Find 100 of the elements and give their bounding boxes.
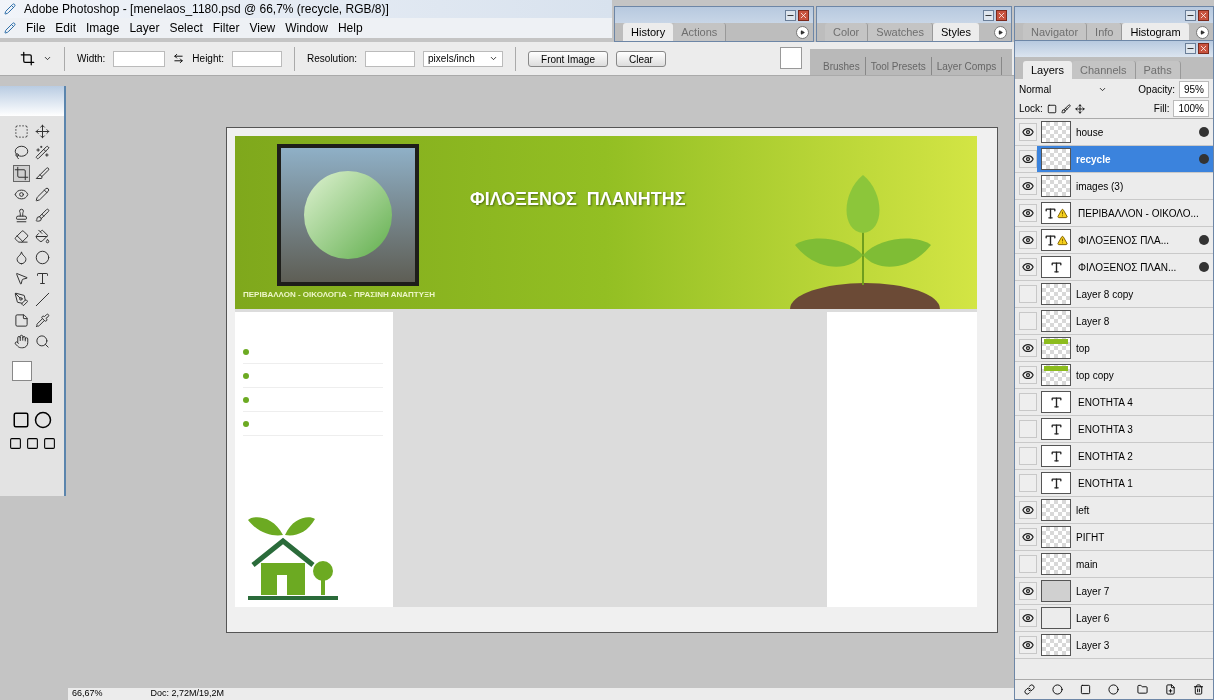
marquee-icon[interactable] [14, 124, 29, 139]
visibility-toggle[interactable] [1019, 177, 1037, 195]
menu-item[interactable]: Select [169, 19, 203, 37]
visibility-toggle[interactable] [1019, 285, 1037, 303]
visibility-toggle[interactable] [1019, 312, 1037, 330]
move-icon[interactable] [35, 124, 50, 139]
background-color-swatch[interactable] [32, 383, 52, 403]
layer-row[interactable]: Layer 8 copy [1037, 281, 1213, 307]
caret-icon[interactable] [43, 54, 52, 63]
panel-menu-button[interactable] [994, 26, 1007, 39]
layer-row[interactable]: ΕΝΟΤΗΤΑ 1 [1037, 470, 1213, 496]
magic-wand-icon[interactable] [35, 145, 50, 160]
layer-row[interactable]: ΕΝΟΤΗΤΑ 3 [1037, 416, 1213, 442]
zoom-level[interactable]: 66,67% [72, 687, 103, 700]
layer-row[interactable]: images (3) [1037, 173, 1213, 199]
note-icon[interactable] [14, 313, 29, 328]
layer-row[interactable]: Layer 8 [1037, 308, 1213, 334]
visibility-toggle[interactable] [1019, 447, 1037, 465]
minimize-button[interactable] [785, 10, 796, 21]
brush-icon[interactable] [1060, 103, 1071, 114]
layer-row[interactable]: Layer 6 [1037, 605, 1213, 631]
layer-row[interactable]: ΕΝΟΤΗΤΑ 4 [1037, 389, 1213, 415]
pencil-icon[interactable] [35, 187, 50, 202]
visibility-toggle[interactable] [1019, 393, 1037, 411]
stamp-icon[interactable] [14, 208, 29, 223]
close-button[interactable] [996, 10, 1007, 21]
visibility-toggle[interactable] [1019, 204, 1037, 222]
panel-tab[interactable]: Histogram [1122, 23, 1189, 41]
layer-row[interactable]: recycle [1037, 146, 1213, 172]
visibility-toggle[interactable] [1019, 582, 1037, 600]
standard-mode-icon[interactable] [12, 411, 30, 429]
layer-row[interactable]: Layer 7 [1037, 578, 1213, 604]
trash-icon[interactable] [1193, 684, 1205, 695]
visibility-toggle[interactable] [1019, 231, 1037, 249]
mask-icon[interactable] [1080, 684, 1092, 695]
screen-mode-icon[interactable] [25, 437, 39, 450]
layer-row[interactable]: ΡΙΓΗΤ [1037, 524, 1213, 550]
screen-mode-icon[interactable] [8, 437, 22, 450]
hand-icon[interactable] [14, 334, 29, 349]
foreground-color-swatch[interactable] [12, 361, 32, 381]
crop-icon[interactable] [20, 51, 35, 66]
swap-icon[interactable] [173, 53, 185, 64]
visibility-toggle[interactable] [1019, 555, 1037, 573]
layer-row[interactable]: top copy [1037, 362, 1213, 388]
move-icon[interactable] [1074, 103, 1085, 114]
panel-tab[interactable]: History [623, 23, 674, 41]
layer-row[interactable]: ΦΙΛΟΞΕΝΟΣ ΠΛΑ... [1037, 227, 1213, 253]
pointer-icon[interactable] [14, 271, 29, 286]
screen-mode-icon[interactable] [42, 437, 56, 450]
quick-mask-icon[interactable] [34, 411, 52, 429]
panel-tab[interactable]: Layers [1023, 61, 1073, 79]
panel-tab[interactable]: Styles [933, 23, 979, 41]
visibility-toggle[interactable] [1019, 636, 1037, 654]
minimize-button[interactable] [983, 10, 994, 21]
menu-item[interactable]: Help [337, 19, 363, 37]
layer-row[interactable]: ΕΝΟΤΗΤΑ 2 [1037, 443, 1213, 469]
eye-icon[interactable] [14, 187, 29, 202]
visibility-toggle[interactable] [1019, 609, 1037, 627]
visibility-toggle[interactable] [1019, 366, 1037, 384]
visibility-toggle[interactable] [1019, 339, 1037, 357]
layer-row[interactable]: house [1037, 119, 1213, 145]
menu-item[interactable]: Window [285, 19, 328, 37]
pen-icon[interactable] [14, 292, 29, 307]
droplet-icon[interactable] [14, 250, 29, 265]
option-button[interactable]: Clear [616, 50, 666, 67]
panel-menu-button[interactable] [796, 26, 809, 39]
menu-item[interactable]: Layer [129, 19, 160, 37]
folder-icon[interactable] [1136, 684, 1148, 695]
menu-item[interactable]: Edit [55, 19, 77, 37]
line-icon[interactable] [35, 292, 50, 307]
visibility-toggle[interactable] [1019, 258, 1037, 276]
visibility-toggle[interactable] [1019, 528, 1037, 546]
visibility-toggle[interactable] [1019, 501, 1037, 519]
knife-icon[interactable] [35, 166, 50, 181]
layer-row[interactable]: ΠΕΡΙΒΑΛΛΟΝ - ΟΙΚΟΛΟ... [1037, 200, 1213, 226]
lock-transparency-icon[interactable] [1046, 103, 1057, 114]
menu-item[interactable]: Image [86, 19, 120, 37]
visibility-toggle[interactable] [1019, 123, 1037, 141]
height-field[interactable] [232, 50, 283, 67]
layer-row[interactable]: top [1037, 335, 1213, 361]
lasso-icon[interactable] [14, 145, 29, 160]
type-icon[interactable] [35, 271, 50, 286]
opacity-field[interactable]: 95% [1179, 80, 1209, 98]
blend-mode-dropdown[interactable]: Normal [1019, 81, 1107, 97]
width-field[interactable] [113, 50, 166, 67]
visibility-toggle[interactable] [1019, 150, 1037, 168]
eraser-icon[interactable] [14, 229, 29, 244]
menu-item[interactable]: View [249, 19, 276, 37]
close-button[interactable] [1198, 10, 1209, 21]
resolution-field[interactable] [365, 50, 416, 67]
panel-menu-button[interactable] [1196, 26, 1209, 39]
link-icon[interactable] [1023, 684, 1035, 695]
eyedropper-icon[interactable] [35, 313, 50, 328]
layer-row[interactable]: left [1037, 497, 1213, 523]
paint-bucket-icon[interactable] [35, 229, 50, 244]
menu-item[interactable]: File [26, 19, 46, 37]
layer-row[interactable]: Layer 3 [1037, 632, 1213, 658]
close-button[interactable] [1198, 43, 1209, 54]
new-layer-icon[interactable] [1165, 684, 1177, 695]
units-dropdown[interactable]: pixels/inch [423, 50, 504, 67]
